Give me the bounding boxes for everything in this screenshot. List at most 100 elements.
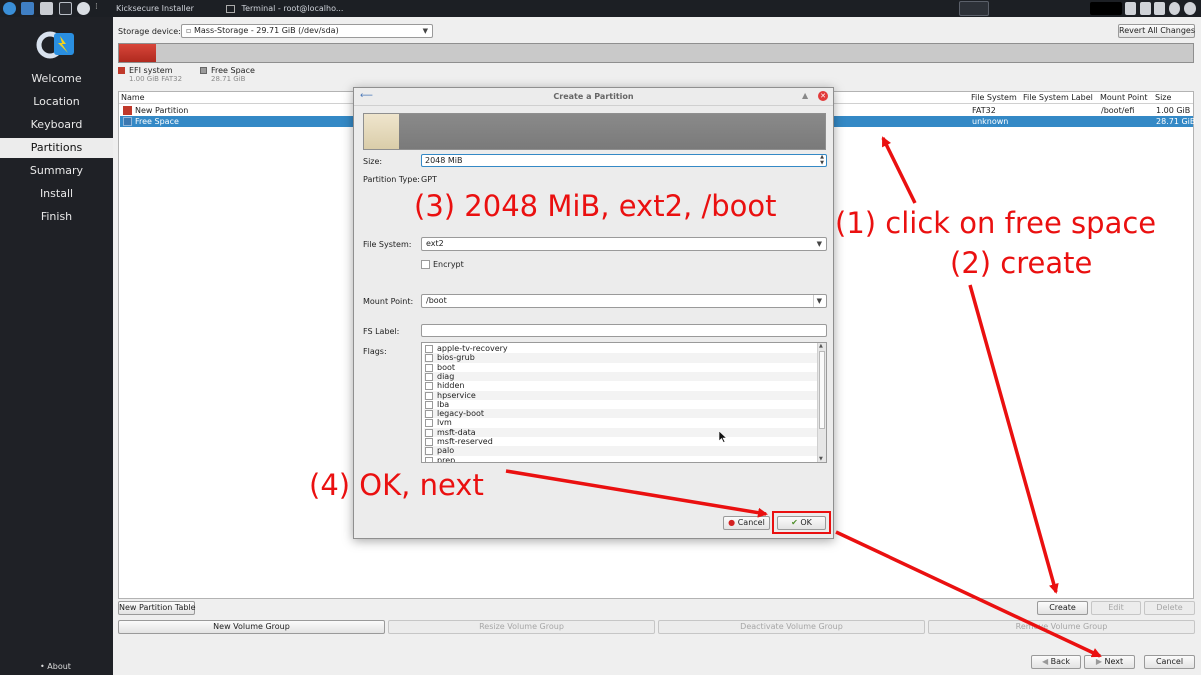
scroll-up-icon[interactable]: ▲ <box>819 343 823 349</box>
flag-checkbox[interactable] <box>425 447 433 456</box>
partition-type-value: GPT <box>421 175 437 184</box>
mount-point-label: Mount Point: <box>363 297 414 306</box>
back-button[interactable]: ◀ Back <box>1031 655 1081 669</box>
flag-item[interactable]: lvm <box>424 418 817 428</box>
column-header-mount-point[interactable]: Mount Point <box>1100 93 1147 102</box>
flag-item[interactable]: hpservice <box>424 390 817 400</box>
fs-label-input[interactable] <box>421 324 827 337</box>
back-label: Back <box>1050 657 1071 666</box>
annotation-step4: (4) OK, next <box>309 468 484 502</box>
flag-checkbox[interactable] <box>425 382 433 391</box>
about-button[interactable]: • About <box>40 662 71 671</box>
delete-button[interactable]: Delete <box>1144 601 1195 615</box>
column-header-name[interactable]: Name <box>121 93 145 102</box>
flag-item[interactable]: boot <box>424 363 817 372</box>
volume-icon[interactable] <box>1184 2 1196 15</box>
close-icon[interactable]: ✕ <box>818 91 828 101</box>
updates-icon[interactable] <box>1154 2 1165 15</box>
flag-item[interactable]: msft-reserved <box>424 437 817 446</box>
dialog-cancel-button[interactable]: ● Cancel <box>723 516 770 530</box>
flags-list[interactable]: apple-tv-recovery bios-grub boot diag hidden… <box>421 342 827 463</box>
partition-type-label: Partition Type: <box>363 175 420 184</box>
sidebar-item-install: Install <box>39 187 74 200</box>
spin-arrows-icon[interactable]: ▲ ▼ <box>820 154 824 166</box>
dialog-titlebar: ⟵ Create a Partition ▲ ✕ <box>354 88 833 106</box>
row-size: 1.00 GiB <box>1156 106 1191 115</box>
legend-swatch-free <box>200 67 207 74</box>
revert-all-changes-button[interactable]: Revert All Changes <box>1118 24 1195 38</box>
desktop-icon[interactable] <box>21 2 34 15</box>
task-installer[interactable]: Kicksecure Installer <box>112 0 216 17</box>
column-header-filesystem[interactable]: File System <box>971 93 1017 102</box>
flag-checkbox[interactable] <box>425 410 433 419</box>
fs-label-label: FS Label: <box>363 327 400 336</box>
new-partition-table-button[interactable]: New Partition Table <box>118 601 196 615</box>
scrollbar-thumb[interactable] <box>819 351 825 429</box>
flags-label: Flags: <box>363 347 387 356</box>
flag-checkbox[interactable] <box>425 456 433 462</box>
flag-item[interactable]: legacy-boot <box>424 409 817 419</box>
legend-swatch-efi <box>118 67 125 74</box>
column-header-fs-label[interactable]: File System Label <box>1023 93 1093 102</box>
row-name: Free Space <box>135 117 179 126</box>
task-terminal-icon <box>226 4 235 13</box>
flag-checkbox[interactable] <box>425 345 433 353</box>
flags-scrollbar[interactable]: ▲ ▼ <box>817 343 826 462</box>
deactivate-volume-group-button[interactable]: Deactivate Volume Group <box>658 620 925 634</box>
flag-checkbox[interactable] <box>425 428 433 437</box>
new-volume-group-button[interactable]: New Volume Group <box>118 620 385 634</box>
flag-checkbox[interactable] <box>425 391 433 400</box>
storage-device-select[interactable]: ▫ Mass-Storage - 29.71 GiB (/dev/sda) ▼ <box>181 24 433 38</box>
file-manager-icon[interactable] <box>40 2 53 15</box>
encrypt-checkbox[interactable] <box>421 260 430 269</box>
flag-checkbox[interactable] <box>425 363 433 372</box>
task-terminal[interactable]: Terminal - root@localho... <box>222 0 362 17</box>
flag-item[interactable]: bios-grub <box>424 353 817 363</box>
task-label: Terminal - root@localho... <box>241 4 344 13</box>
scroll-down-icon[interactable]: ▼ <box>819 456 823 462</box>
file-system-select[interactable]: ext2 ▼ <box>421 237 827 251</box>
sidebar-item-finish: Finish <box>40 210 73 223</box>
annotation-step1: (1) click on free space <box>835 206 1157 240</box>
cancel-icon: ● <box>728 518 736 527</box>
flag-label: msft-reserved <box>437 437 493 446</box>
flag-checkbox[interactable] <box>425 419 433 428</box>
about-label: About <box>47 662 71 671</box>
maximize-icon[interactable]: ▲ <box>802 91 808 100</box>
flag-item[interactable]: lba <box>424 400 817 409</box>
storage-device-label: Storage device: <box>118 27 181 36</box>
flag-item[interactable]: palo <box>424 446 817 456</box>
create-button[interactable]: Create <box>1037 601 1088 615</box>
flag-item[interactable]: prep <box>424 456 817 462</box>
size-label: Size: <box>363 157 383 166</box>
browser-icon[interactable] <box>77 2 90 15</box>
resize-volume-group-button[interactable]: Resize Volume Group <box>388 620 655 634</box>
separator-icon: ⁞ <box>95 2 98 12</box>
terminal-icon[interactable] <box>59 2 72 15</box>
edit-button[interactable]: Edit <box>1091 601 1141 615</box>
flag-item[interactable]: apple-tv-recovery <box>424 344 817 353</box>
start-menu-icon[interactable] <box>3 2 16 15</box>
flag-checkbox[interactable] <box>425 354 433 363</box>
cancel-button[interactable]: Cancel <box>1144 655 1195 669</box>
flag-checkbox[interactable] <box>425 438 433 446</box>
installer-sidebar: Welcome Location Keyboard Partitions Sum… <box>0 17 113 675</box>
workspace-switcher[interactable] <box>959 1 989 16</box>
sidebar-item-summary: Summary <box>29 164 84 177</box>
column-header-size[interactable]: Size <box>1155 93 1171 102</box>
flag-checkbox[interactable] <box>425 372 433 381</box>
network-icon[interactable] <box>1140 2 1151 15</box>
media-icon[interactable] <box>1169 2 1180 15</box>
chevron-down-icon: ▼ <box>422 27 428 35</box>
remove-volume-group-button[interactable]: Remove Volume Group <box>928 620 1195 634</box>
flag-item[interactable]: diag <box>424 371 817 382</box>
flag-checkbox[interactable] <box>425 400 433 409</box>
next-button[interactable]: ▶ Next <box>1084 655 1135 669</box>
flag-label: hidden <box>437 381 465 391</box>
flag-item[interactable]: hidden <box>424 381 817 391</box>
mount-point-select[interactable]: /boot ▼ <box>421 294 827 308</box>
size-spinbox[interactable]: 2048 MiB ▲ ▼ <box>421 154 827 167</box>
dialog-title: Create a Partition <box>553 92 634 101</box>
flag-item[interactable]: msft-data <box>424 427 817 437</box>
clipboard-icon[interactable] <box>1125 2 1136 15</box>
